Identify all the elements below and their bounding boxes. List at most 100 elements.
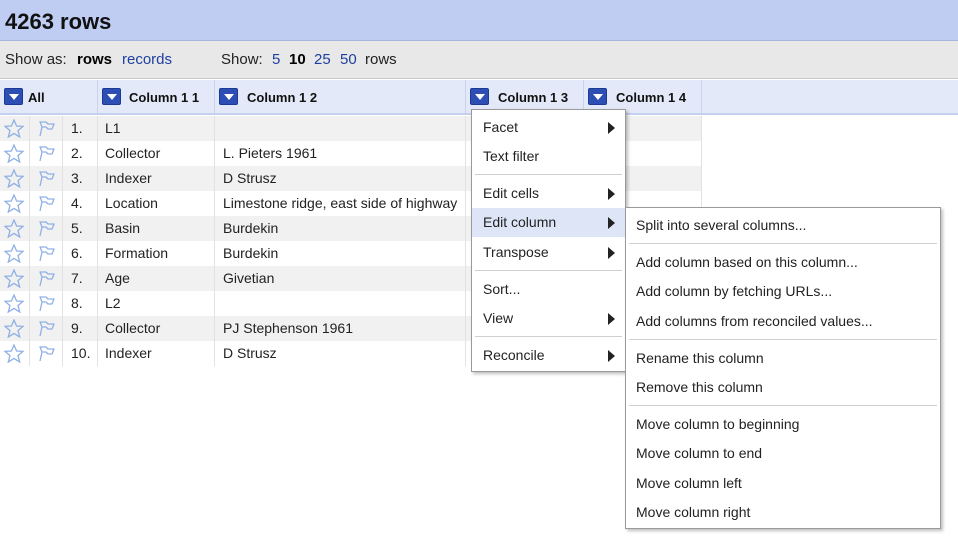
menu-item-view[interactable]: View <box>472 304 625 333</box>
menu-item-move-right[interactable]: Move column right <box>626 498 940 527</box>
star-cell[interactable] <box>0 216 30 241</box>
star-cell[interactable] <box>0 266 30 291</box>
menu-item-add-column-based[interactable]: Add column based on this column... <box>626 248 940 277</box>
flag-cell[interactable] <box>30 341 63 366</box>
column-1-3-dropdown-icon[interactable] <box>470 88 489 105</box>
show-label: Show: <box>221 51 263 68</box>
all-dropdown-icon[interactable] <box>4 88 23 105</box>
menu-item-label: Text filter <box>483 148 540 164</box>
flag-icon[interactable] <box>37 144 57 163</box>
flag-icon[interactable] <box>37 294 57 313</box>
star-icon[interactable] <box>4 119 24 138</box>
menu-item-facet[interactable]: Facet <box>472 113 625 142</box>
flag-icon[interactable] <box>37 194 57 213</box>
cell-column-1-1[interactable]: Location <box>98 191 215 216</box>
star-icon[interactable] <box>4 219 24 238</box>
flag-cell[interactable] <box>30 216 63 241</box>
flag-cell[interactable] <box>30 141 63 166</box>
page-size-25-link[interactable]: 25 <box>314 51 331 68</box>
submenu-arrow-icon <box>608 350 615 362</box>
star-icon[interactable] <box>4 244 24 263</box>
menu-item-move-left[interactable]: Move column left <box>626 469 940 498</box>
star-cell[interactable] <box>0 116 30 141</box>
submenu-arrow-icon <box>608 217 615 229</box>
flag-icon[interactable] <box>37 344 57 363</box>
cell-column-1-1[interactable]: Indexer <box>98 341 215 366</box>
star-icon[interactable] <box>4 344 24 363</box>
column-1-2-dropdown-icon[interactable] <box>219 88 238 105</box>
flag-cell[interactable] <box>30 116 63 141</box>
menu-item-label: Facet <box>483 119 519 135</box>
menu-item-sort[interactable]: Sort... <box>472 275 625 304</box>
cell-column-1-1[interactable]: L1 <box>98 116 215 141</box>
star-cell[interactable] <box>0 191 30 216</box>
cell-column-1-1[interactable]: Indexer <box>98 166 215 191</box>
menu-item-remove-column[interactable]: Remove this column <box>626 373 940 402</box>
show-as-records-link[interactable]: records <box>122 51 172 68</box>
submenu-arrow-icon <box>608 122 615 134</box>
cell-column-1-2[interactable]: PJ Stephenson 1961 <box>215 316 466 341</box>
star-icon[interactable] <box>4 294 24 313</box>
cell-column-1-1[interactable]: Collector <box>98 316 215 341</box>
menu-item-move-beginning[interactable]: Move column to beginning <box>626 410 940 439</box>
menu-item-add-column-fetch-urls[interactable]: Add column by fetching URLs... <box>626 277 940 306</box>
cell-column-1-1[interactable]: Formation <box>98 241 215 266</box>
star-icon[interactable] <box>4 319 24 338</box>
column-header-label: All <box>28 90 45 105</box>
menu-item-text-filter[interactable]: Text filter <box>472 142 625 171</box>
menu-item-label: Edit cells <box>483 185 540 201</box>
menu-item-reconcile[interactable]: Reconcile <box>472 341 625 370</box>
flag-icon[interactable] <box>37 219 57 238</box>
star-cell[interactable] <box>0 166 30 191</box>
cell-column-1-2[interactable] <box>215 116 466 141</box>
flag-cell[interactable] <box>30 241 63 266</box>
cell-column-1-2[interactable]: D Strusz <box>215 341 466 366</box>
cell-column-1-2[interactable]: L. Pieters 1961 <box>215 141 466 166</box>
flag-cell[interactable] <box>30 266 63 291</box>
flag-icon[interactable] <box>37 319 57 338</box>
cell-column-1-1[interactable]: Collector <box>98 141 215 166</box>
flag-icon[interactable] <box>37 119 57 138</box>
flag-cell[interactable] <box>30 166 63 191</box>
cell-column-1-1[interactable]: Basin <box>98 216 215 241</box>
show-as-rows-option[interactable]: rows <box>77 51 112 68</box>
menu-item-add-columns-reconciled[interactable]: Add columns from reconciled values... <box>626 307 940 336</box>
star-cell[interactable] <box>0 291 30 316</box>
row-number: 2. <box>63 141 98 166</box>
cell-column-1-1[interactable]: L2 <box>98 291 215 316</box>
submenu-arrow-icon <box>608 247 615 259</box>
star-cell[interactable] <box>0 141 30 166</box>
column-1-4-dropdown-icon[interactable] <box>588 88 607 105</box>
cell-column-1-2[interactable]: Givetian <box>215 266 466 291</box>
star-cell[interactable] <box>0 341 30 366</box>
page-size-10-option[interactable]: 10 <box>289 51 306 68</box>
cell-column-1-2[interactable]: Limestone ridge, east side of highway <box>215 191 466 216</box>
page-size-5-link[interactable]: 5 <box>272 51 280 68</box>
flag-cell[interactable] <box>30 316 63 341</box>
flag-icon[interactable] <box>37 169 57 188</box>
column-header-1-1: Column 1 1 <box>98 80 215 113</box>
page-size-50-link[interactable]: 50 <box>340 51 357 68</box>
cell-column-1-1[interactable]: Age <box>98 266 215 291</box>
menu-item-split-columns[interactable]: Split into several columns... <box>626 211 940 240</box>
star-icon[interactable] <box>4 194 24 213</box>
star-cell[interactable] <box>0 316 30 341</box>
star-icon[interactable] <box>4 269 24 288</box>
star-icon[interactable] <box>4 144 24 163</box>
cell-column-1-2[interactable]: Burdekin <box>215 241 466 266</box>
star-icon[interactable] <box>4 169 24 188</box>
flag-icon[interactable] <box>37 244 57 263</box>
column-1-1-dropdown-icon[interactable] <box>102 88 121 105</box>
flag-cell[interactable] <box>30 291 63 316</box>
menu-item-rename-column[interactable]: Rename this column <box>626 344 940 373</box>
flag-cell[interactable] <box>30 191 63 216</box>
cell-column-1-2[interactable]: Burdekin <box>215 216 466 241</box>
menu-item-edit-cells[interactable]: Edit cells <box>472 179 625 208</box>
cell-column-1-2[interactable] <box>215 291 466 316</box>
cell-column-1-2[interactable]: D Strusz <box>215 166 466 191</box>
star-cell[interactable] <box>0 241 30 266</box>
menu-item-edit-column[interactable]: Edit column <box>472 208 625 237</box>
flag-icon[interactable] <box>37 269 57 288</box>
menu-item-transpose[interactable]: Transpose <box>472 238 625 267</box>
menu-item-move-end[interactable]: Move column to end <box>626 439 940 468</box>
